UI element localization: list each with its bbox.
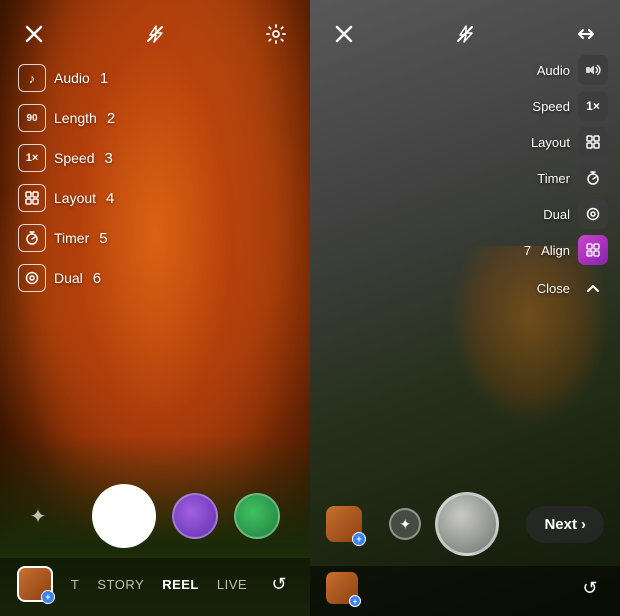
left-bottom-bar: ✦ + T STORY REEL LIVE ↺ <box>0 474 310 616</box>
left-controls-row: ✦ <box>0 474 310 558</box>
right-topbar <box>310 0 620 60</box>
move-icon[interactable]: ✦ <box>389 508 421 540</box>
audio-label: Audio <box>54 70 90 86</box>
right-menu-audio[interactable]: Audio <box>524 55 608 85</box>
menu-length[interactable]: 90 Length 2 <box>12 100 121 136</box>
right-menu: Audio Speed 1× Layout <box>524 55 608 303</box>
right-flip-icon[interactable] <box>570 18 602 50</box>
right-avatar-thumbnail[interactable]: + <box>326 506 362 542</box>
next-label: Next <box>544 516 577 533</box>
speed-icon: 1× <box>18 144 46 172</box>
right-speed-label: Speed <box>532 99 570 114</box>
layout-label: Layout <box>54 190 96 206</box>
right-close-label: Close <box>537 281 570 296</box>
timer-number: 5 <box>99 230 107 247</box>
mode-reel[interactable]: REEL <box>162 577 199 592</box>
right-close-button[interactable] <box>328 18 360 50</box>
menu-dual[interactable]: Dual 6 <box>12 260 121 296</box>
length-number: 2 <box>107 110 115 127</box>
mode-text[interactable]: T <box>71 577 79 592</box>
left-menu: ♪ Audio 1 90 Length 2 1× Speed 3 Layout <box>12 60 121 296</box>
dual-number: 6 <box>93 270 101 287</box>
right-timer-icon <box>578 163 608 193</box>
settings-icon[interactable] <box>260 18 292 50</box>
audio-icon: ♪ <box>18 64 46 92</box>
timer-icon <box>18 224 46 252</box>
right-avatar-plus-icon: + <box>352 532 366 546</box>
right-mode-bar: + ↺ <box>310 566 620 616</box>
length-icon: 90 <box>18 104 46 132</box>
length-label: Length <box>54 110 97 126</box>
right-flash-off-icon[interactable] <box>449 18 481 50</box>
right-menu-timer[interactable]: Timer <box>524 163 608 193</box>
avatar-thumbnail[interactable]: + <box>17 566 53 602</box>
effect-green-button[interactable] <box>234 493 280 539</box>
right-camera-panel: Audio Speed 1× Layout <box>310 0 620 616</box>
sparkle-icon[interactable]: ✦ <box>30 504 47 529</box>
dual-label: Dual <box>54 270 83 286</box>
left-topbar <box>0 0 310 60</box>
right-align-icon <box>578 235 608 265</box>
flash-off-icon[interactable] <box>139 18 171 50</box>
right-shutter-button[interactable] <box>435 492 499 556</box>
layout-icon <box>18 184 46 212</box>
align-number: 7 <box>524 243 531 258</box>
mode-live[interactable]: LIVE <box>217 577 247 592</box>
right-dual-label: Dual <box>543 207 570 222</box>
right-shutter-area: ✦ <box>389 492 499 556</box>
mode-story[interactable]: STORY <box>97 577 144 592</box>
close-button[interactable] <box>18 18 50 50</box>
speed-label: Speed <box>54 150 94 166</box>
right-speed-value: 1× <box>578 91 608 121</box>
menu-layout[interactable]: Layout 4 <box>12 180 121 216</box>
next-chevron: › <box>581 516 586 533</box>
right-layout-icon <box>578 127 608 157</box>
speed-number: 3 <box>104 150 112 167</box>
chevron-up-icon <box>578 273 608 303</box>
shutter-button[interactable] <box>92 484 156 548</box>
menu-speed[interactable]: 1× Speed 3 <box>12 140 121 176</box>
right-avatar2[interactable]: + <box>326 572 358 604</box>
mode-bar: + T STORY REEL LIVE ↺ <box>0 558 310 616</box>
right-audio-label: Audio <box>537 63 570 78</box>
right-controls-row: + ✦ Next › <box>310 482 620 566</box>
right-flip-camera-icon[interactable]: ↺ <box>576 574 604 602</box>
right-layout-label: Layout <box>531 135 570 150</box>
menu-timer[interactable]: Timer 5 <box>12 220 121 256</box>
right-menu-close[interactable]: Close <box>524 273 608 303</box>
effect-purple-button[interactable] <box>172 493 218 539</box>
right-menu-speed[interactable]: Speed 1× <box>524 91 608 121</box>
right-avatar2-plus: + <box>349 595 361 607</box>
left-camera-panel: ♪ Audio 1 90 Length 2 1× Speed 3 Layout <box>0 0 310 616</box>
layout-number: 4 <box>106 190 114 207</box>
timer-label: Timer <box>54 230 89 246</box>
flip-camera-icon[interactable]: ↺ <box>265 570 293 598</box>
right-menu-layout[interactable]: Layout <box>524 127 608 157</box>
audio-number: 1 <box>100 70 108 87</box>
next-button[interactable]: Next › <box>526 506 604 543</box>
dual-icon <box>18 264 46 292</box>
menu-audio[interactable]: ♪ Audio 1 <box>12 60 121 96</box>
right-bottom-bar: + ✦ Next › + ↺ <box>310 482 620 616</box>
right-align-label: Align <box>541 243 570 258</box>
avatar-plus-icon: + <box>41 590 55 604</box>
right-dual-icon <box>578 199 608 229</box>
right-audio-icon <box>578 55 608 85</box>
right-timer-label: Timer <box>537 171 570 186</box>
right-menu-align[interactable]: 7 Align <box>524 235 608 265</box>
right-menu-dual[interactable]: Dual <box>524 199 608 229</box>
